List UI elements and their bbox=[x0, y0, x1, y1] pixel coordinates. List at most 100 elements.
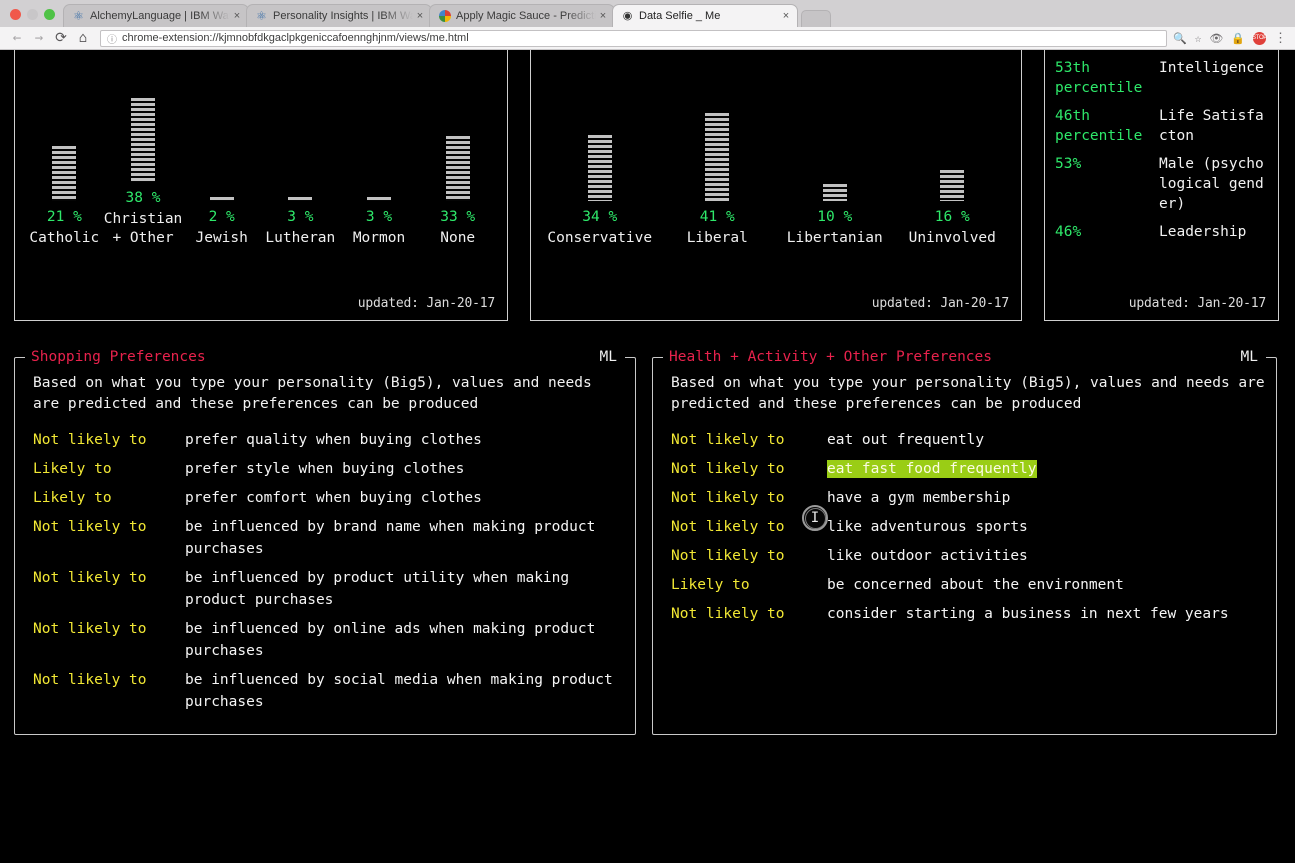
selected-text: eat fast food frequently bbox=[827, 460, 1037, 478]
trait-row: 53th percentile Intelligence bbox=[1055, 58, 1268, 98]
bar-column: 2 % Jewish bbox=[182, 197, 261, 248]
bar-value-label: 3 % bbox=[287, 209, 313, 225]
list-item[interactable]: Not likely to consider starting a busine… bbox=[663, 603, 1266, 625]
close-window-button[interactable] bbox=[10, 9, 21, 20]
likelihood-label: Likely to bbox=[33, 487, 185, 509]
extension-stop-icon[interactable]: STOP bbox=[1253, 32, 1266, 45]
watson-icon: ⚛ bbox=[72, 10, 85, 23]
updated-timestamp: updated: Jan-20-17 bbox=[358, 296, 495, 311]
close-icon[interactable]: × bbox=[413, 10, 427, 22]
close-icon[interactable]: × bbox=[596, 10, 610, 22]
tab-title: Personality Insights | IBM Wat bbox=[273, 10, 413, 22]
list-item[interactable]: Not likely to be influenced by brand nam… bbox=[25, 516, 625, 560]
trait-name: Male (psychological gender) bbox=[1159, 154, 1268, 214]
bar-value-label: 2 % bbox=[209, 209, 235, 225]
eye-icon[interactable]: 👁 bbox=[1209, 33, 1223, 44]
list-item-selected[interactable]: Not likely to eat fast food frequently bbox=[663, 458, 1266, 480]
bar-column: 3 % Mormon bbox=[340, 197, 419, 248]
updated-timestamp: updated: Jan-20-17 bbox=[1129, 296, 1266, 311]
tab-strip: ⚛ AlchemyLanguage | IBM Watso × ⚛ Person… bbox=[0, 0, 1295, 27]
ml-badge: ML bbox=[1241, 349, 1258, 365]
back-button[interactable]: ← bbox=[6, 31, 28, 45]
bar-category-label: Catholic bbox=[29, 229, 99, 248]
preference-text: be influenced by brand name when making … bbox=[185, 516, 625, 560]
preference-text: be influenced by social media when makin… bbox=[185, 669, 625, 713]
list-item[interactable]: Not likely to like adventurous sports bbox=[663, 516, 1266, 538]
bar-column: 3 % Lutheran bbox=[261, 197, 340, 248]
preference-text: be influenced by product utility when ma… bbox=[185, 567, 625, 611]
panel-description: Based on what you type your personality … bbox=[671, 373, 1266, 415]
list-item[interactable]: Not likely to be influenced by social me… bbox=[25, 669, 625, 713]
religion-card: 21 % Catholic 38 % Christian + Other 2 %… bbox=[14, 50, 508, 321]
bar-value-label: 21 % bbox=[47, 209, 82, 225]
trait-row: 53% Male (psychological gender) bbox=[1055, 154, 1268, 214]
preference-text-highlighted[interactable]: eat fast food frequently bbox=[827, 458, 1266, 480]
browser-tab-4-active[interactable]: ◉ Data Selfie _ Me × bbox=[612, 4, 798, 27]
home-button[interactable]: ⌂ bbox=[72, 31, 94, 45]
browser-chrome: ⚛ AlchemyLanguage | IBM Watso × ⚛ Person… bbox=[0, 0, 1295, 50]
bar-column: 33 % None bbox=[418, 136, 497, 248]
bar-column: 38 % Christian + Other bbox=[104, 98, 183, 248]
browser-tab-1[interactable]: ⚛ AlchemyLanguage | IBM Watso × bbox=[63, 4, 249, 27]
close-icon[interactable]: × bbox=[230, 10, 244, 22]
new-tab-button[interactable] bbox=[801, 10, 831, 27]
bar bbox=[131, 98, 155, 182]
browser-tab-3[interactable]: Apply Magic Sauce - Predictio × bbox=[429, 4, 615, 27]
forward-button[interactable]: → bbox=[28, 31, 50, 45]
minimize-window-button[interactable] bbox=[27, 9, 38, 20]
bar bbox=[210, 197, 234, 201]
eye-icon: ◉ bbox=[621, 10, 634, 23]
trait-name: Life Satisfacton bbox=[1159, 106, 1268, 146]
bar-category-label: None bbox=[440, 229, 475, 248]
bookmark-star-icon[interactable]: ☆ bbox=[1195, 33, 1202, 44]
reload-button[interactable]: ⟳ bbox=[50, 31, 72, 45]
shopping-panel-legend: Shopping Preferences ML bbox=[25, 349, 625, 365]
list-item[interactable]: Likely to prefer comfort when buying clo… bbox=[25, 487, 625, 509]
bar-column: 41 % Liberal bbox=[659, 113, 777, 248]
zoom-icon[interactable]: 🔍 bbox=[1173, 33, 1187, 44]
list-item[interactable]: Likely to be concerned about the environ… bbox=[663, 574, 1266, 596]
bar bbox=[52, 146, 76, 201]
bar-value-label: 34 % bbox=[582, 209, 617, 225]
browser-tab-2[interactable]: ⚛ Personality Insights | IBM Wat × bbox=[246, 4, 432, 27]
address-bar[interactable]: ⓘ chrome-extension://kjmnobfdkgaclpkgeni… bbox=[100, 30, 1167, 47]
likelihood-label: Not likely to bbox=[671, 458, 827, 480]
trait-value: 53% bbox=[1055, 154, 1159, 214]
close-icon[interactable]: × bbox=[779, 10, 793, 22]
list-item[interactable]: Not likely to prefer quality when buying… bbox=[25, 429, 625, 451]
trait-row: 46% Leadership bbox=[1055, 222, 1268, 242]
panel-title: Health + Activity + Other Preferences bbox=[669, 349, 992, 365]
likelihood-label: Not likely to bbox=[33, 567, 185, 611]
bar bbox=[588, 135, 612, 201]
preference-text: prefer comfort when buying clothes bbox=[185, 487, 625, 509]
list-item[interactable]: Likely to prefer style when buying cloth… bbox=[25, 458, 625, 480]
page-info-icon[interactable]: ⓘ bbox=[107, 31, 117, 46]
bar-value-label: 10 % bbox=[817, 209, 852, 225]
likelihood-label: Not likely to bbox=[33, 516, 185, 560]
zoom-window-button[interactable] bbox=[44, 9, 55, 20]
list-item[interactable]: Not likely to like outdoor activities bbox=[663, 545, 1266, 567]
likelihood-label: Not likely to bbox=[671, 603, 827, 625]
traits-card: 53th percentile Intelligence 46th percen… bbox=[1044, 50, 1279, 321]
list-item[interactable]: Not likely to be influenced by online ad… bbox=[25, 618, 625, 662]
bar-column: 21 % Catholic bbox=[25, 146, 104, 248]
bar bbox=[823, 184, 847, 201]
menu-dots-icon[interactable]: ⋮ bbox=[1274, 32, 1287, 45]
trait-name: Leadership bbox=[1159, 222, 1268, 242]
bar-value-label: 16 % bbox=[935, 209, 970, 225]
list-item[interactable]: Not likely to eat out frequently bbox=[663, 429, 1266, 451]
list-item[interactable]: Not likely to be influenced by product u… bbox=[25, 567, 625, 611]
lock-icon[interactable]: 🔒 bbox=[1231, 33, 1245, 44]
tab-title: AlchemyLanguage | IBM Watso bbox=[90, 10, 230, 22]
bar-category-label: Liberal bbox=[687, 229, 748, 248]
mouse-cursor-indicator: I bbox=[802, 505, 828, 531]
watson-icon: ⚛ bbox=[255, 10, 268, 23]
likelihood-label: Not likely to bbox=[671, 487, 827, 509]
content-clip-mask bbox=[15, 722, 635, 734]
likelihood-label: Likely to bbox=[33, 458, 185, 480]
bar-value-label: 38 % bbox=[126, 190, 161, 206]
list-item[interactable]: Not likely to have a gym membership bbox=[663, 487, 1266, 509]
likelihood-label: Not likely to bbox=[671, 545, 827, 567]
trait-row: 46th percentile Life Satisfacton bbox=[1055, 106, 1268, 146]
bar-category-label: Libertanian bbox=[787, 229, 883, 248]
